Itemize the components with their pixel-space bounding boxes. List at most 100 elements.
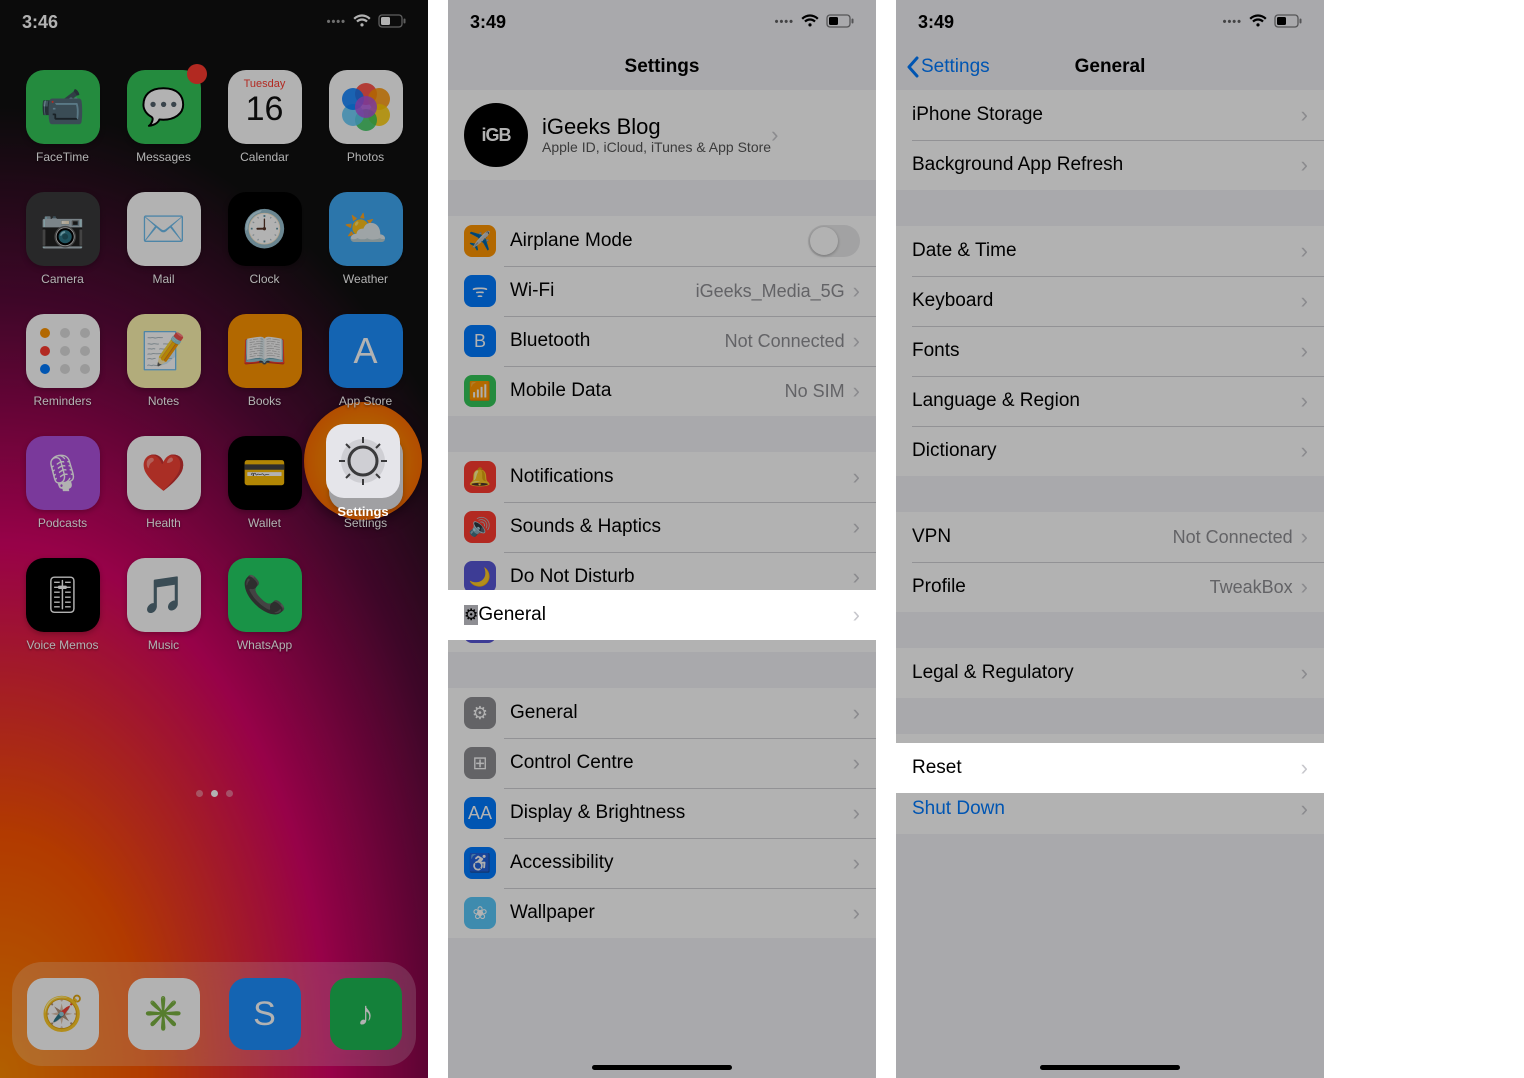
row-iphone-storage[interactable]: iPhone Storage›	[896, 90, 1324, 140]
app-health[interactable]: ❤️Health	[113, 436, 214, 530]
gear-icon: ⚙︎	[464, 605, 478, 625]
toggle[interactable]	[808, 225, 860, 257]
row-fonts[interactable]: Fonts›	[896, 326, 1324, 376]
app-notes[interactable]: 📝Notes	[113, 314, 214, 408]
row-value: Not Connected	[1173, 527, 1293, 548]
profile-sub: Apple ID, iCloud, iTunes & App Store	[542, 139, 771, 155]
app-music[interactable]: 🎵Music	[113, 558, 214, 652]
chevron-right-icon: ›	[853, 464, 860, 490]
bluetooth-icon: B	[464, 325, 496, 357]
gear-icon	[337, 435, 389, 487]
chevron-right-icon: ›	[853, 602, 860, 628]
app-podcasts[interactable]: 🎙Podcasts	[12, 436, 113, 530]
row-accessibility[interactable]: ♿Accessibility›	[448, 838, 876, 888]
row-label: Background App Refresh	[912, 154, 1301, 176]
row-label: Date & Time	[912, 240, 1301, 262]
notifications-icon: 🔔	[464, 461, 496, 493]
status-time: 3:46	[22, 12, 58, 33]
row-legal-&-regulatory[interactable]: Legal & Regulatory›	[896, 648, 1324, 698]
row-dictionary[interactable]: Dictionary›	[896, 426, 1324, 476]
app-wallet[interactable]: 💳Wallet	[214, 436, 315, 530]
row-vpn[interactable]: VPNNot Connected›	[896, 512, 1324, 562]
row-control-centre[interactable]: ⊞Control Centre›	[448, 738, 876, 788]
row-airplane-mode[interactable]: ✈️Airplane Mode	[448, 216, 876, 266]
app-voice-memos[interactable]: 🎚Voice Memos	[12, 558, 113, 652]
row-reset-highlighted[interactable]: Reset ›	[896, 743, 1324, 793]
row-display-&-brightness[interactable]: AADisplay & Brightness›	[448, 788, 876, 838]
status-time: 3:49	[470, 12, 506, 33]
chevron-left-icon	[906, 56, 919, 78]
app-clock[interactable]: 🕘Clock	[214, 192, 315, 286]
accessibility-icon: ♿	[464, 847, 496, 879]
app-label: Camera	[41, 272, 84, 286]
app-settings-highlighted[interactable]: Settings	[326, 424, 400, 519]
row-general[interactable]: ⚙︎General›	[448, 688, 876, 738]
row-label: iPhone Storage	[912, 104, 1301, 126]
dock: 🧭 ✳️ S ♪	[12, 962, 416, 1066]
row-wallpaper[interactable]: ❀Wallpaper›	[448, 888, 876, 938]
wallpaper-icon: ❀	[464, 897, 496, 929]
row-value: iGeeks_Media_5G	[696, 281, 845, 302]
app-facetime[interactable]: 📹FaceTime	[12, 70, 113, 164]
app-label: Settings	[337, 504, 388, 519]
cell-signal-icon: ••••	[327, 16, 346, 28]
row-date-&-time[interactable]: Date & Time›	[896, 226, 1324, 276]
chevron-right-icon: ›	[1301, 388, 1308, 414]
app-label: Music	[148, 638, 179, 652]
row-sounds-&-haptics[interactable]: 🔊Sounds & Haptics›	[448, 502, 876, 552]
app-label: FaceTime	[36, 150, 89, 164]
row-profile[interactable]: ProfileTweakBox›	[896, 562, 1324, 612]
status-bar: 3:49 ••••	[448, 0, 876, 44]
row-label: Display & Brightness	[510, 802, 853, 824]
dock-app-slack[interactable]: ✳️	[128, 978, 200, 1050]
app-label: Clock	[249, 272, 279, 286]
apple-id-row[interactable]: iGB iGeeks BlogApple ID, iCloud, iTunes …	[448, 90, 876, 180]
home-indicator[interactable]	[592, 1065, 732, 1070]
app-app-store[interactable]: AApp Store	[315, 314, 416, 408]
row-label: Legal & Regulatory	[912, 662, 1301, 684]
mobile-data-icon: 📶	[464, 375, 496, 407]
page-title: Settings	[625, 56, 700, 78]
app-whatsapp[interactable]: 📞WhatsApp	[214, 558, 315, 652]
back-button[interactable]: Settings	[906, 56, 990, 78]
chevron-right-icon: ›	[1301, 524, 1308, 550]
home-indicator[interactable]	[1040, 1065, 1180, 1070]
dock-app-safari[interactable]: 🧭	[27, 978, 99, 1050]
chevron-right-icon: ›	[853, 800, 860, 826]
row-label: General	[510, 702, 853, 724]
status-bar: 3:49 ••••	[896, 0, 1324, 44]
app-weather[interactable]: ⛅Weather	[315, 192, 416, 286]
dock-app-spotify[interactable]: ♪	[330, 978, 402, 1050]
app-books[interactable]: 📖Books	[214, 314, 315, 408]
row-background-app-refresh[interactable]: Background App Refresh›	[896, 140, 1324, 190]
app-messages[interactable]: 💬Messages	[113, 70, 214, 164]
app-label: Podcasts	[38, 516, 87, 530]
chevron-right-icon: ›	[1301, 238, 1308, 264]
row-value: No SIM	[785, 381, 845, 402]
app-photos[interactable]: Photos	[315, 70, 416, 164]
app-reminders[interactable]: Reminders	[12, 314, 113, 408]
nav-bar: Settings General	[896, 44, 1324, 90]
row-keyboard[interactable]: Keyboard›	[896, 276, 1324, 326]
chevron-right-icon: ›	[1301, 152, 1308, 178]
row-label: Language & Region	[912, 390, 1301, 412]
battery-icon	[826, 12, 854, 33]
app-mail[interactable]: ✉️Mail	[113, 192, 214, 286]
chevron-right-icon: ›	[853, 564, 860, 590]
cell-signal-icon: ••••	[1223, 16, 1242, 28]
row-label: Wallpaper	[510, 902, 853, 924]
row-label: Reset	[912, 757, 1301, 779]
dock-app-shazam[interactable]: S	[229, 978, 301, 1050]
row-bluetooth[interactable]: BBluetoothNot Connected›	[448, 316, 876, 366]
row-wi-fi[interactable]: ᯤWi-FiiGeeks_Media_5G›	[448, 266, 876, 316]
row-label: General	[478, 604, 852, 626]
app-camera[interactable]: 📷Camera	[12, 192, 113, 286]
row-language-&-region[interactable]: Language & Region›	[896, 376, 1324, 426]
chevron-right-icon: ›	[1301, 102, 1308, 128]
chevron-right-icon: ›	[1301, 796, 1308, 822]
row-mobile-data[interactable]: 📶Mobile DataNo SIM›	[448, 366, 876, 416]
row-general-highlighted[interactable]: ⚙︎ General ›	[448, 590, 876, 640]
app-calendar[interactable]: Tuesday16Calendar	[214, 70, 315, 164]
row-notifications[interactable]: 🔔Notifications›	[448, 452, 876, 502]
page-indicator[interactable]	[0, 790, 428, 797]
